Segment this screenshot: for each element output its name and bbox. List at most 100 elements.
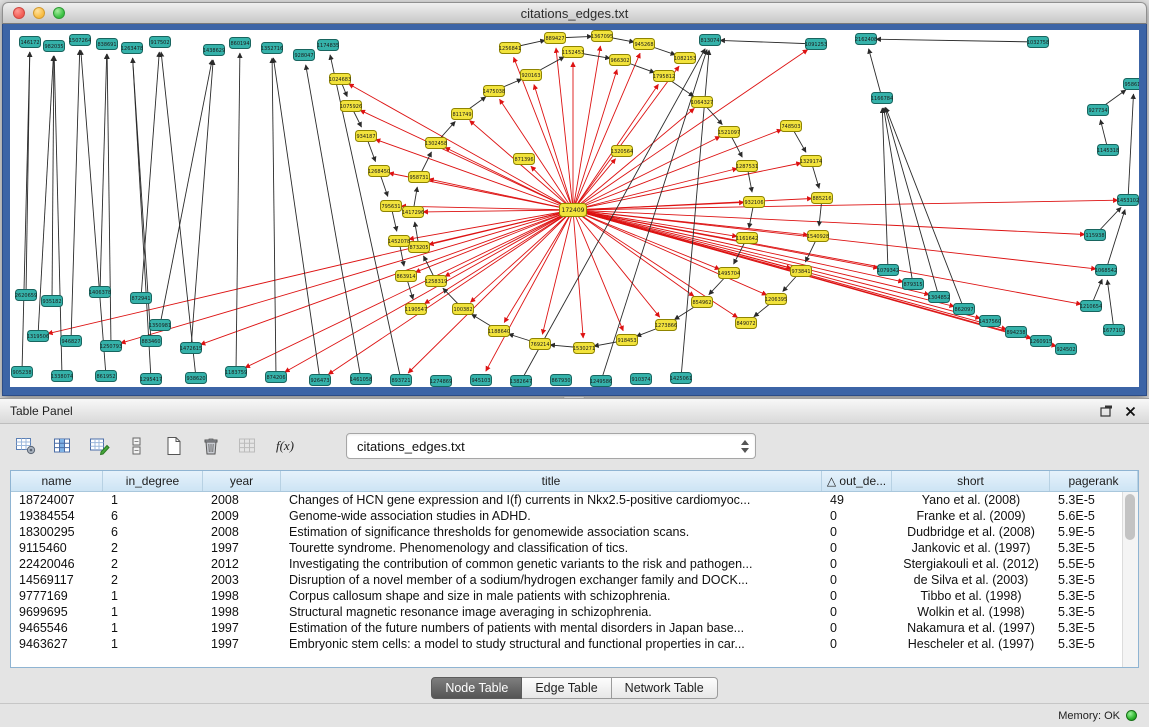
cell-name[interactable]: 9699695 — [11, 604, 103, 620]
table-row[interactable]: 946362711997Embryonic stem cells: a mode… — [11, 636, 1138, 652]
graph-node[interactable]: 1079342 — [877, 265, 899, 276]
graph-node[interactable]: 1188640 — [488, 326, 510, 337]
tab-node-table[interactable]: Node Table — [431, 677, 522, 699]
graph-node[interactable]: 885216 — [812, 193, 833, 204]
minimize-button[interactable] — [33, 7, 45, 19]
graph-node[interactable]: 1425061 — [670, 373, 692, 384]
graph-node[interactable]: 871396 — [514, 154, 535, 165]
cell-out_degree[interactable]: 0 — [822, 524, 892, 540]
table-selector-dropdown[interactable]: citations_edges.txt — [346, 433, 756, 459]
graph-node[interactable]: 910374 — [631, 374, 652, 385]
graph-edge[interactable] — [882, 108, 888, 270]
cell-in_degree[interactable]: 1 — [103, 604, 203, 620]
cell-year[interactable]: 1997 — [203, 620, 281, 636]
graph-node[interactable]: 894238 — [1006, 327, 1027, 338]
cell-in_degree[interactable]: 6 — [103, 524, 203, 540]
new-document-icon[interactable] — [162, 435, 186, 457]
table-row[interactable]: 1456911722003Disruption of a novel membe… — [11, 572, 1138, 588]
graph-edge[interactable] — [245, 210, 573, 368]
float-panel-icon[interactable] — [1097, 403, 1115, 419]
graph-edge[interactable] — [141, 52, 159, 298]
cell-title[interactable]: Tourette syndrome. Phenomenology and cla… — [281, 540, 822, 556]
cell-short[interactable]: Franke et al. (2009) — [892, 508, 1050, 524]
graph-node[interactable]: 883460 — [141, 336, 162, 347]
graph-node[interactable]: 100382 — [453, 304, 474, 315]
column-header-pagerank[interactable]: pagerank — [1050, 471, 1138, 491]
column-header-short[interactable]: short — [892, 471, 1050, 491]
graph-edge[interactable] — [423, 210, 573, 212]
graph-node[interactable]: 1152453 — [562, 47, 584, 58]
graph-node[interactable]: 1507264 — [69, 35, 91, 46]
graph-node[interactable]: 1258319 — [425, 276, 447, 287]
graph-edge[interactable] — [375, 139, 573, 210]
zoom-button[interactable] — [53, 7, 65, 19]
cell-name[interactable]: 9777169 — [11, 588, 103, 604]
graph-node[interactable]: 1352716 — [261, 43, 283, 54]
graph-node[interactable]: 926473 — [310, 375, 331, 386]
scrollbar-thumb[interactable] — [1125, 494, 1135, 540]
graph-edge[interactable] — [200, 210, 573, 345]
cell-short[interactable]: Tibbo et al. (1998) — [892, 588, 1050, 604]
column-header-title[interactable]: title — [281, 471, 822, 491]
delete-icon[interactable] — [199, 435, 223, 457]
table-row[interactable]: 1938455462009Genome-wide association stu… — [11, 508, 1138, 524]
graph-edge[interactable] — [573, 210, 929, 295]
graph-node[interactable]: 874206 — [266, 372, 287, 383]
graph-node[interactable]: 872941 — [131, 293, 152, 304]
edit-table-icon[interactable] — [88, 435, 112, 457]
close-button[interactable] — [13, 7, 25, 19]
row-height-icon[interactable] — [125, 435, 149, 457]
graph-node[interactable]: 1161642 — [736, 233, 758, 244]
graph-node[interactable]: 928047 — [294, 50, 315, 61]
graph-edge[interactable] — [1106, 210, 1125, 271]
graph-node[interactable]: 918453 — [617, 335, 638, 346]
graph-edge[interactable] — [38, 56, 53, 336]
graph-node[interactable]: 873205 — [409, 242, 430, 253]
network-graph[interactable]: 1724091152453966302179581210643271521097… — [10, 30, 1139, 387]
graph-edge[interactable] — [360, 110, 573, 210]
graph-node[interactable]: 1145318 — [1097, 145, 1119, 156]
cell-in_degree[interactable]: 1 — [103, 620, 203, 636]
graph-edge[interactable] — [573, 137, 720, 211]
table-row[interactable]: 969969511998Structural magnetic resonanc… — [11, 604, 1138, 620]
table-scrollbar[interactable] — [1122, 492, 1138, 667]
graph-node[interactable]: 1417296 — [402, 207, 424, 218]
graph-node[interactable]: 1677102 — [1103, 325, 1125, 336]
graph-edge[interactable] — [573, 200, 1118, 210]
graph-node[interactable]: 811749 — [452, 109, 473, 120]
cell-name[interactable]: 9115460 — [11, 540, 103, 556]
graph-node[interactable]: 1304852 — [928, 292, 950, 303]
cell-short[interactable]: Wolkin et al. (1998) — [892, 604, 1050, 620]
cell-out_degree[interactable]: 0 — [822, 604, 892, 620]
function-builder-icon[interactable]: f(x) — [273, 435, 297, 457]
graph-node[interactable]: 1540928 — [807, 231, 829, 242]
graph-node[interactable]: 982035 — [44, 41, 65, 52]
cell-out_degree[interactable]: 0 — [822, 572, 892, 588]
graph-edge[interactable] — [272, 58, 276, 377]
column-header-in_degree[interactable]: in_degree — [103, 471, 203, 491]
graph-node[interactable]: 1795812 — [653, 71, 675, 82]
cell-in_degree[interactable]: 1 — [103, 588, 203, 604]
graph-edge[interactable] — [71, 50, 80, 341]
graph-node[interactable]: 932106 — [744, 197, 765, 208]
cell-title[interactable]: Changes of HCN gene expression and I(f) … — [281, 492, 822, 508]
graph-node[interactable]: 889427 — [545, 33, 566, 44]
graph-node[interactable]: 862097 — [954, 304, 975, 315]
graph-node[interactable]: 1338074 — [51, 371, 73, 382]
graph-node[interactable]: 1521097 — [718, 127, 740, 138]
graph-node[interactable]: 934187 — [356, 131, 377, 142]
graph-node[interactable]: 1210654 — [1080, 301, 1102, 312]
graph-node[interactable]: 1206395 — [765, 294, 787, 305]
graph-node[interactable]: 1075926 — [340, 101, 362, 112]
cell-out_degree[interactable]: 0 — [822, 508, 892, 524]
cell-title[interactable]: Embryonic stem cells: a model to study s… — [281, 636, 822, 652]
graph-node[interactable]: 1452078 — [388, 236, 410, 247]
cell-out_degree[interactable]: 0 — [822, 620, 892, 636]
graph-edge[interactable] — [425, 210, 574, 304]
table-row[interactable]: 946554611997Estimation of the future num… — [11, 620, 1138, 636]
graph-node-hub[interactable]: 172409 — [560, 204, 587, 217]
graph-node[interactable]: 1320564 — [611, 146, 633, 157]
graph-node[interactable]: 1438629 — [203, 45, 225, 56]
graph-node[interactable]: 1274869 — [430, 376, 452, 387]
graph-node[interactable]: 1183759 — [225, 367, 247, 378]
